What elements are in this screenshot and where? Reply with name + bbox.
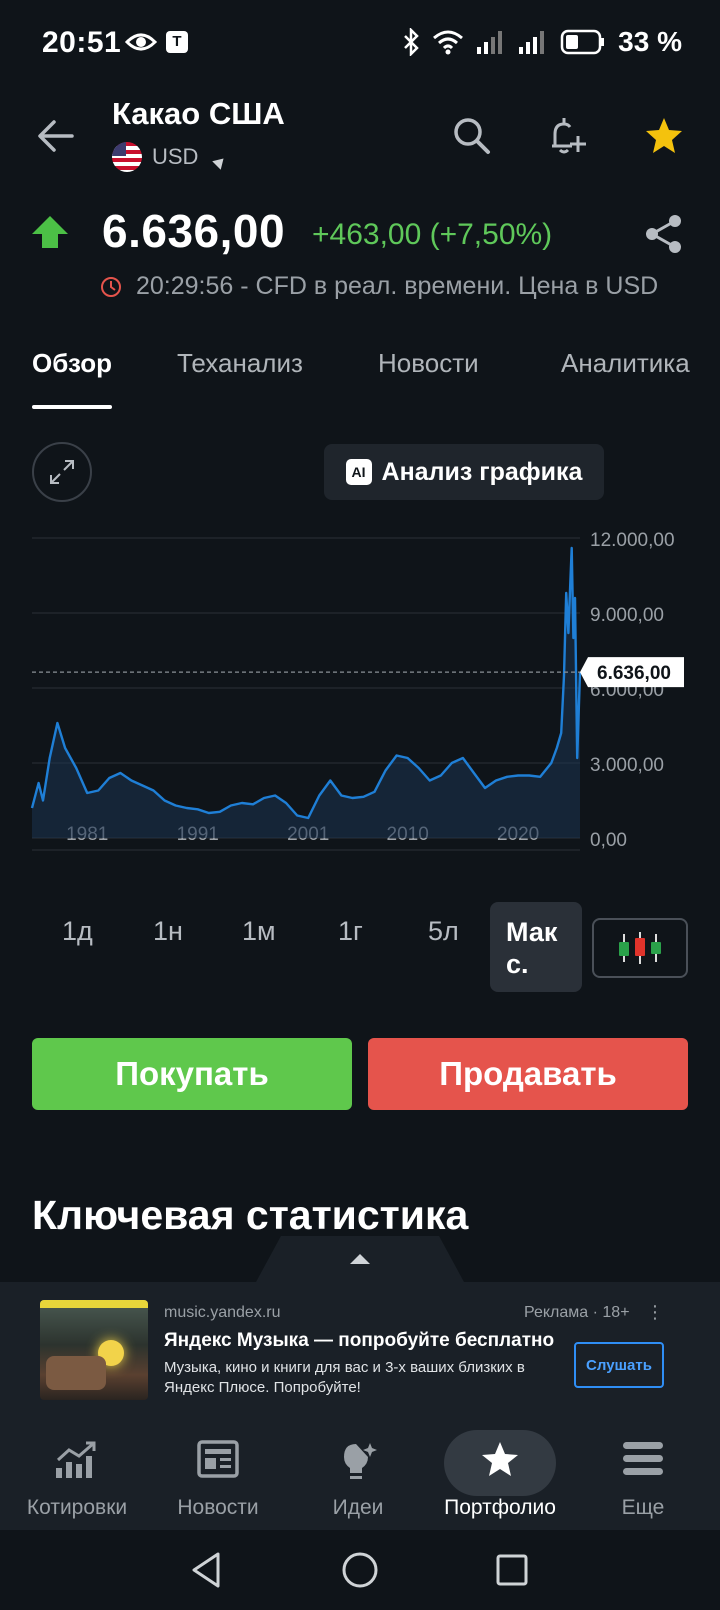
current-price: 6.636,00 (102, 205, 286, 257)
period-max[interactable]: Мак с. (490, 902, 582, 992)
price-chart[interactable]: 12.000,009.000,006.000,003.000,000,00198… (0, 520, 720, 880)
period-selector: 1д 1н 1м 1г 5л Мак с. (0, 902, 720, 992)
period-1m[interactable]: 1м (242, 916, 276, 947)
caret-icon (212, 154, 229, 170)
bottom-navigation: Котировки Новости Идеи Портфолио Еще (0, 1418, 720, 1530)
clock-icon (101, 276, 121, 297)
favorite-star-icon[interactable] (640, 112, 688, 160)
status-bar: 20:51 T 33 % (0, 0, 720, 86)
add-alert-icon[interactable] (542, 112, 590, 160)
signal-icon (477, 31, 503, 54)
currency-selector[interactable]: USD (112, 142, 229, 172)
menu-icon (623, 1442, 663, 1475)
tab-analytics[interactable]: Аналитика (561, 348, 690, 379)
y-tick-label: 12.000,00 (590, 530, 675, 551)
signal-icon-2 (519, 31, 545, 54)
realtime-info: 20:29:56 - CFD в реал. времени. Цена в U… (100, 272, 658, 301)
realtime-text: 20:29:56 - CFD в реал. времени. Цена в U… (136, 272, 659, 300)
app-notification-icon: T (166, 31, 188, 53)
us-flag-icon (112, 142, 142, 172)
bluetooth-icon (404, 28, 419, 56)
ad-thumbnail-image (40, 1300, 148, 1400)
ad-title: Яндекс Музыка — попробуйте бесплатно (164, 1330, 555, 1351)
newspaper-icon (197, 1440, 239, 1478)
ad-label: Реклама · 18+ (524, 1304, 630, 1321)
status-time: 20:51 (42, 26, 122, 59)
ad-banner[interactable]: music.yandex.ru Реклама · 18+ ⋮ Яндекс М… (0, 1282, 720, 1418)
system-back-icon[interactable] (186, 1550, 226, 1590)
candlestick-toggle-button[interactable] (592, 918, 688, 978)
nav-more-label: Еще (621, 1496, 665, 1519)
current-price-label: 6.636,00 (597, 663, 671, 684)
ad-listen-button[interactable]: Слушать (574, 1342, 664, 1388)
ai-icon: AI (345, 459, 372, 485)
lightbulb-icon (344, 1443, 377, 1479)
tab-technical[interactable]: Теханализ (177, 348, 303, 379)
nav-news-label: Новости (177, 1496, 259, 1519)
y-tick-label: 0,00 (590, 830, 627, 851)
system-home-icon[interactable] (340, 1550, 380, 1590)
back-arrow-icon[interactable] (34, 114, 78, 158)
ad-domain: music.yandex.ru (164, 1304, 281, 1321)
eye-icon (125, 33, 157, 51)
system-navigation (0, 1530, 720, 1610)
star-icon (482, 1442, 518, 1476)
instrument-title: Какао США (112, 96, 285, 131)
y-tick-label: 3.000,00 (590, 755, 664, 776)
nav-portfolio-label: Портфолио (444, 1496, 556, 1519)
status-right: 33 % (402, 26, 682, 58)
system-recents-icon[interactable] (492, 1550, 532, 1590)
tab-bar: Обзор Теханализ Новости Аналитика (0, 340, 720, 410)
period-max-line1: Мак (506, 917, 558, 947)
tab-news[interactable]: Новости (378, 348, 479, 379)
nav-ideas-label: Идеи (332, 1496, 384, 1519)
ai-chart-analysis-button[interactable]: AI Анализ графика (324, 444, 604, 500)
ad-menu-icon[interactable]: ⋮ (646, 1302, 664, 1323)
period-1y[interactable]: 1г (338, 916, 363, 947)
y-tick-label: 9.000,00 (590, 605, 664, 626)
series-area (32, 548, 580, 838)
nav-ideas[interactable]: Идеи (288, 1418, 428, 1530)
period-1w[interactable]: 1н (153, 916, 183, 947)
expand-chart-button[interactable] (32, 442, 92, 502)
ad-description: Музыка, кино и книги для вас и 3-х ваших… (164, 1359, 525, 1396)
key-stats-title: Ключевая статистика (32, 1192, 469, 1238)
wifi-icon (433, 30, 464, 55)
tab-overview[interactable]: Обзор (32, 348, 112, 379)
share-icon[interactable] (642, 212, 686, 256)
ai-analysis-label: Анализ графика (381, 457, 583, 486)
nav-news[interactable]: Новости (148, 1418, 288, 1530)
sell-button[interactable]: Продавать (368, 1038, 688, 1110)
chart-up-icon (56, 1441, 96, 1478)
currency-label: USD (152, 144, 199, 169)
nav-portfolio[interactable]: Портфолио (430, 1418, 570, 1530)
battery-percent: 33 % (618, 26, 682, 57)
search-icon[interactable] (448, 112, 496, 160)
nav-more[interactable]: Еще (573, 1418, 713, 1530)
ad-card[interactable]: music.yandex.ru Реклама · 18+ ⋮ Яндекс М… (40, 1300, 680, 1402)
caret-up-icon (350, 1254, 370, 1264)
candlestick-icon (619, 932, 661, 964)
price-up-arrow-icon (32, 216, 68, 248)
nav-quotes[interactable]: Котировки (7, 1418, 147, 1530)
period-5y[interactable]: 5л (428, 916, 459, 947)
nav-quotes-label: Котировки (26, 1496, 128, 1519)
period-1d[interactable]: 1д (62, 916, 93, 947)
active-tab-indicator (32, 405, 112, 409)
buy-button[interactable]: Покупать (32, 1038, 352, 1110)
collapse-handle[interactable] (256, 1236, 464, 1282)
period-max-line2: с. (506, 949, 529, 979)
battery-icon (560, 29, 605, 55)
expand-icon (50, 460, 74, 484)
price-change: +463,00 (+7,50%) (312, 218, 553, 251)
